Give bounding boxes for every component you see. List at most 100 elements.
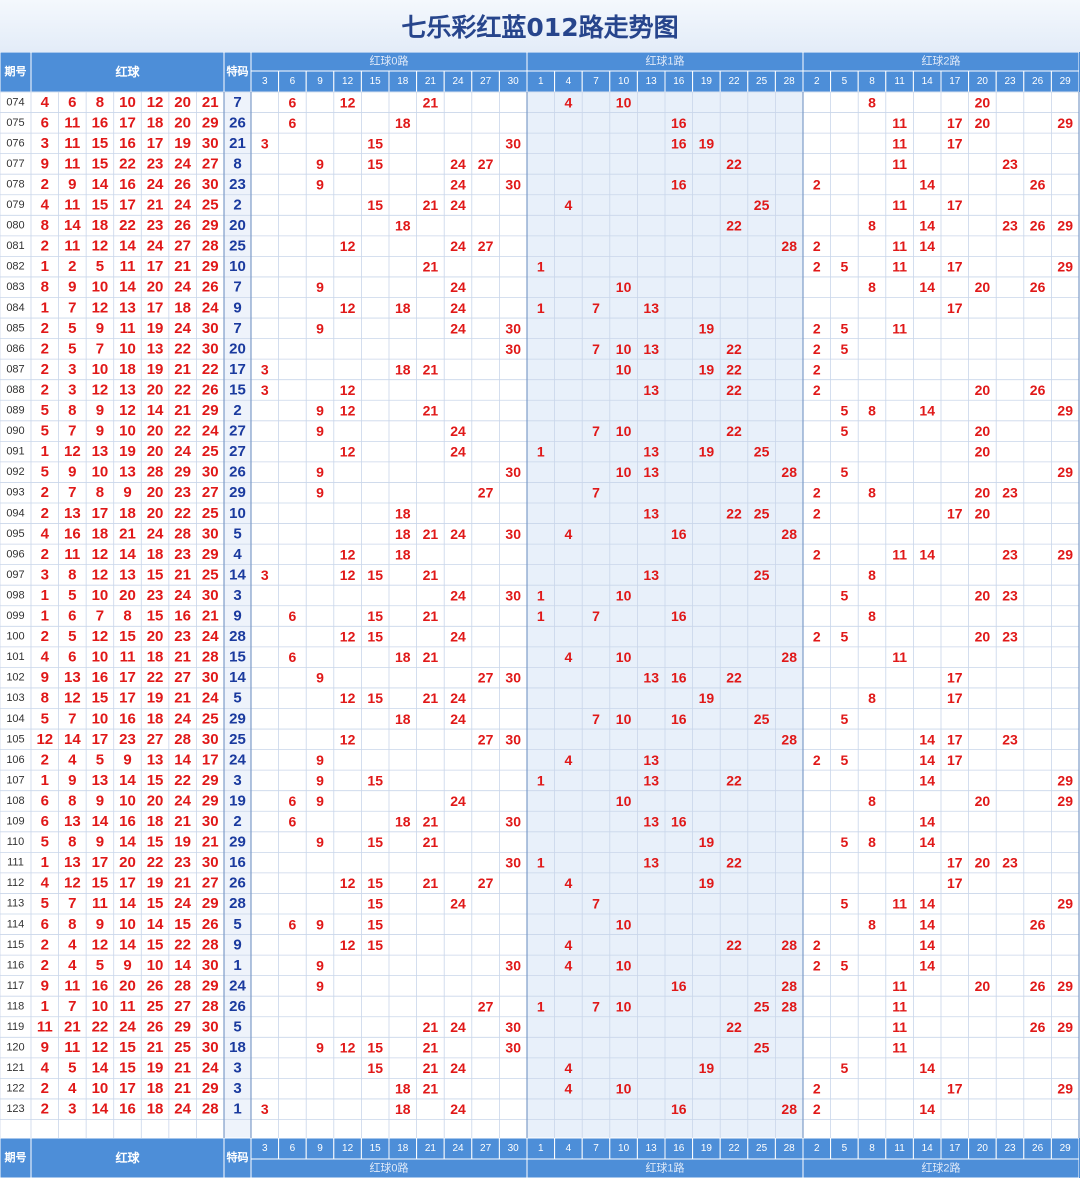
red-ball: 12	[92, 546, 109, 563]
special-number: 14	[229, 669, 246, 686]
header-road1-num-13: 13	[646, 76, 658, 87]
red-ball: 28	[174, 525, 191, 542]
road1-mark: 7	[592, 711, 600, 727]
red-ball: 5	[41, 834, 49, 851]
issue-number: 110	[7, 836, 25, 848]
road1-mark: 13	[643, 772, 659, 788]
road2-mark: 29	[1057, 793, 1073, 809]
footer-road1-num-7: 7	[593, 1143, 599, 1154]
red-ball: 23	[174, 546, 191, 563]
special-number: 23	[229, 176, 246, 193]
red-ball: 13	[119, 566, 136, 583]
red-ball: 2	[68, 258, 76, 275]
red-ball: 16	[119, 135, 136, 152]
road2-mark: 14	[919, 1060, 935, 1076]
footer-road0-num-15: 15	[370, 1143, 382, 1154]
header-road0-num-9: 9	[317, 76, 323, 87]
red-ball: 2	[41, 505, 49, 522]
special-number: 2	[233, 402, 241, 419]
road2-mark: 14	[919, 772, 935, 788]
road1-mark: 4	[565, 94, 573, 110]
issue-number: 109	[6, 816, 24, 828]
road0-mark: 30	[505, 1019, 521, 1035]
road1-mark: 4	[565, 1081, 573, 1097]
road0-mark: 18	[395, 814, 411, 830]
red-ball: 20	[147, 279, 164, 296]
road1-mark: 10	[616, 464, 632, 480]
red-ball: 21	[119, 525, 136, 542]
header-road2-num-23: 23	[1004, 76, 1016, 87]
issue-number: 088	[6, 384, 24, 396]
red-ball: 14	[92, 813, 109, 830]
road2-mark: 11	[892, 1040, 907, 1056]
road0-mark: 12	[340, 238, 356, 254]
red-ball: 12	[119, 402, 136, 419]
red-ball: 28	[202, 1101, 219, 1118]
red-ball: 8	[41, 690, 49, 707]
special-number: 29	[229, 710, 246, 727]
red-ball: 29	[202, 1080, 219, 1097]
road1-mark: 4	[565, 526, 573, 542]
red-ball: 6	[41, 114, 49, 131]
road2-mark: 29	[1057, 464, 1073, 480]
road2-mark: 23	[1002, 587, 1018, 603]
road0-mark: 12	[340, 382, 356, 398]
red-ball: 24	[119, 1019, 136, 1036]
issue-number: 118	[7, 1000, 25, 1012]
road1-mark: 22	[726, 772, 742, 788]
road0-mark: 15	[367, 608, 383, 624]
road0-mark: 3	[261, 382, 269, 398]
issue-number: 096	[6, 548, 24, 560]
red-ball: 2	[41, 238, 49, 255]
road1-mark: 28	[781, 998, 797, 1014]
red-ball: 22	[174, 772, 191, 789]
red-ball: 12	[64, 443, 81, 460]
red-ball: 23	[147, 155, 164, 172]
red-ball: 23	[174, 484, 191, 501]
road2-mark: 26	[1030, 916, 1046, 932]
special-number: 5	[233, 1019, 241, 1036]
red-ball: 22	[174, 423, 191, 440]
red-ball: 17	[147, 299, 164, 316]
red-ball: 18	[147, 649, 164, 666]
red-ball: 4	[68, 936, 77, 953]
issue-number: 079	[6, 199, 24, 211]
red-ball: 5	[41, 423, 49, 440]
header-road1-num-10: 10	[618, 76, 630, 87]
road2-mark: 29	[1057, 772, 1073, 788]
red-ball: 10	[92, 998, 109, 1015]
red-ball: 6	[41, 916, 49, 933]
red-ball: 1	[41, 998, 49, 1015]
special-number: 17	[229, 361, 246, 378]
red-ball: 22	[147, 669, 164, 686]
header-road2-num-11: 11	[894, 76, 905, 87]
red-ball: 10	[92, 649, 109, 666]
road2-mark: 8	[868, 403, 876, 419]
road0-mark: 27	[478, 485, 494, 501]
red-ball: 4	[68, 1080, 77, 1097]
red-ball: 22	[174, 381, 191, 398]
special-number: 20	[229, 340, 246, 357]
road1-mark: 10	[616, 341, 632, 357]
road0-mark: 12	[340, 403, 356, 419]
red-ball: 14	[92, 176, 109, 193]
red-ball: 24	[202, 1060, 219, 1077]
header-road2-num-8: 8	[869, 76, 875, 87]
issue-number: 084	[6, 302, 24, 314]
road1-mark: 16	[671, 1101, 687, 1117]
road0-mark: 30	[505, 814, 521, 830]
red-ball: 15	[147, 834, 164, 851]
issue-number: 076	[6, 137, 24, 149]
road0-mark: 18	[395, 649, 411, 665]
header-road0-num-15: 15	[370, 76, 382, 87]
road0-mark: 24	[450, 320, 466, 336]
red-ball: 18	[92, 217, 109, 234]
red-ball: 30	[202, 135, 219, 152]
road0-mark: 15	[367, 896, 383, 912]
road0-mark: 15	[367, 567, 383, 583]
red-ball: 13	[119, 299, 136, 316]
red-ball: 18	[147, 546, 164, 563]
road0-mark: 12	[340, 546, 356, 562]
road2-mark: 29	[1057, 259, 1073, 275]
red-ball: 4	[41, 94, 50, 111]
